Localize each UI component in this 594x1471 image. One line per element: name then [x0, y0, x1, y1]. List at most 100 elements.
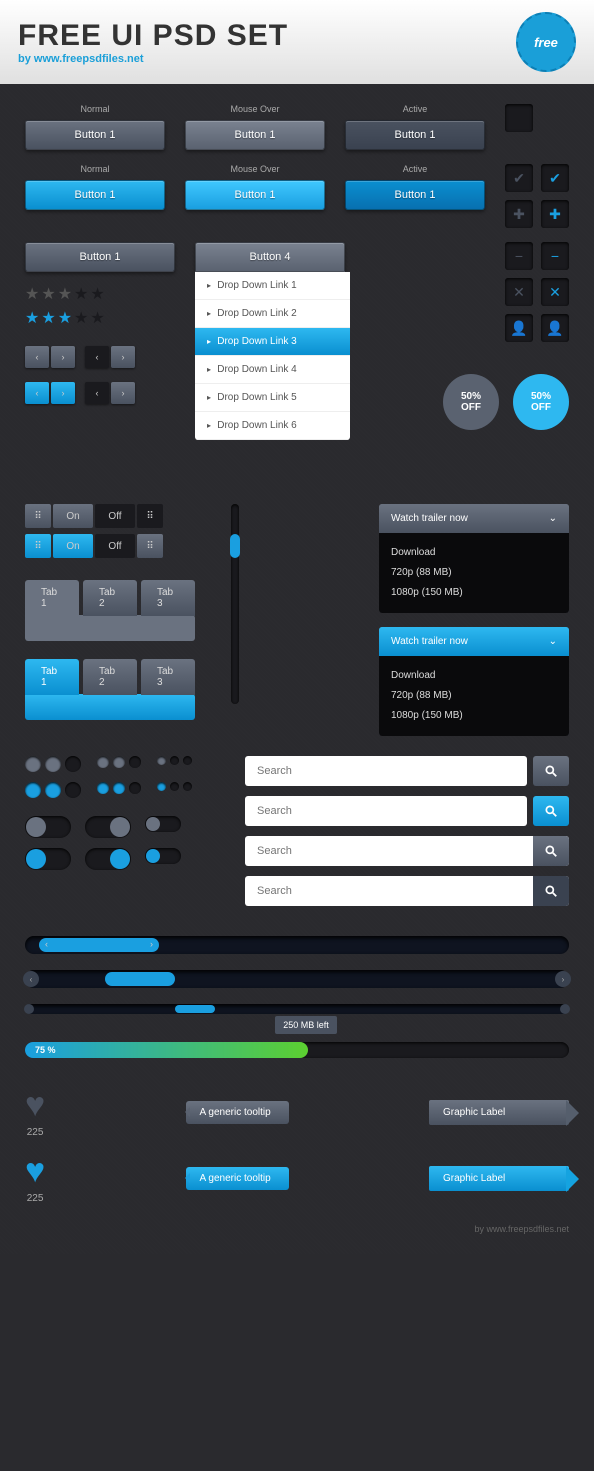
trailer-button[interactable]: Watch trailer now⌄	[379, 504, 569, 533]
header: FREE UI PSD SET by www.freepsdfiles.net …	[0, 0, 594, 84]
next-button[interactable]: ›	[111, 346, 135, 368]
download-720p[interactable]: 720p (88 MB)	[391, 563, 557, 583]
dropdown-button-1[interactable]: Button 1	[25, 242, 175, 272]
search-input[interactable]	[245, 756, 527, 786]
slider-thumb[interactable]	[230, 534, 240, 558]
tab-3[interactable]: Tab 3	[141, 659, 195, 695]
close-icon[interactable]: ✕	[541, 278, 569, 306]
close-icon[interactable]: ✕	[505, 278, 533, 306]
heart-icon[interactable]: ♥	[25, 1152, 45, 1191]
prev-button[interactable]: ‹	[25, 346, 49, 368]
tag-label-gray[interactable]: Graphic Label	[429, 1100, 569, 1125]
dropdown-button-4[interactable]: Button 4	[195, 242, 345, 272]
search-button[interactable]	[533, 876, 569, 906]
button-gray-active[interactable]: Button 1	[345, 120, 485, 150]
switch-blue-on[interactable]	[85, 848, 131, 870]
tab-1[interactable]: Tab 1	[25, 580, 79, 616]
user-icon[interactable]: 👤	[505, 314, 533, 342]
dropdown-item[interactable]: Drop Down Link 1	[195, 272, 350, 300]
sale-badge-gray: 50%OFF	[443, 374, 499, 430]
slider-prev-icon[interactable]: ‹	[23, 971, 39, 987]
pager-dots[interactable]	[25, 782, 81, 798]
check-icon[interactable]: ✔	[505, 164, 533, 192]
user-icon[interactable]: 👤	[541, 314, 569, 342]
search-input[interactable]	[245, 876, 569, 906]
search-button[interactable]	[533, 756, 569, 786]
dropdown-item[interactable]: Drop Down Link 5	[195, 384, 350, 412]
byline: by www.freepsdfiles.net	[18, 53, 288, 65]
prev-button[interactable]: ‹	[85, 382, 109, 404]
prev-button[interactable]: ‹	[85, 346, 109, 368]
button-gray-normal[interactable]: Button 1	[25, 120, 165, 150]
prev-button[interactable]: ‹	[25, 382, 49, 404]
switch-gray-off[interactable]	[25, 816, 71, 838]
search-button[interactable]	[533, 796, 569, 826]
switch-small[interactable]	[145, 848, 181, 864]
pager-dots[interactable]	[157, 756, 192, 765]
button-blue-hover[interactable]: Button 1	[185, 180, 325, 210]
switch-gray-on[interactable]	[85, 816, 131, 838]
page-title: FREE UI PSD SET	[18, 19, 288, 53]
button-blue-normal[interactable]: Button 1	[25, 180, 165, 210]
switch-small[interactable]	[145, 816, 181, 832]
button-blue-active[interactable]: Button 1	[345, 180, 485, 210]
plus-icon[interactable]: ✚	[505, 200, 533, 228]
range-slider-2[interactable]: ‹ ›	[25, 970, 569, 988]
pager-dots[interactable]	[97, 756, 141, 768]
free-badge: free	[516, 12, 576, 72]
heart-count: 225	[25, 1193, 45, 1204]
download-1080p[interactable]: 1080p (150 MB)	[391, 583, 557, 603]
tab-1[interactable]: Tab 1	[25, 659, 79, 695]
vertical-slider[interactable]	[231, 504, 239, 704]
search-icon	[544, 884, 558, 898]
range-slider-3[interactable]	[25, 1004, 569, 1014]
checkbox-empty[interactable]	[505, 104, 533, 132]
heart-count: 225	[25, 1127, 45, 1138]
pager-dots[interactable]	[25, 756, 81, 772]
button-gray-hover[interactable]: Button 1	[185, 120, 325, 150]
minus-icon[interactable]: −	[541, 242, 569, 270]
next-button[interactable]: ›	[111, 382, 135, 404]
tag-label-blue[interactable]: Graphic Label	[429, 1166, 569, 1191]
dropdown-item[interactable]: Drop Down Link 6	[195, 412, 350, 440]
grid-icon: ⠿	[137, 534, 163, 558]
dropdown-item[interactable]: Drop Down Link 3	[195, 328, 350, 356]
trailer-button[interactable]: Watch trailer now⌄	[379, 627, 569, 656]
pager-dots[interactable]	[157, 782, 192, 791]
next-button[interactable]: ›	[51, 346, 75, 368]
minus-icon[interactable]: −	[505, 242, 533, 270]
dropdown-item[interactable]: Drop Down Link 2	[195, 300, 350, 328]
range-slider-1[interactable]: ‹›	[25, 936, 569, 954]
search-icon	[544, 804, 558, 818]
search-button[interactable]	[533, 836, 569, 866]
heart-icon[interactable]: ♥	[25, 1086, 45, 1125]
star-rating-blue[interactable]: ★★★★★	[25, 308, 175, 328]
footer-credit: by www.freepsdfiles.net	[25, 1224, 569, 1234]
tab-3[interactable]: Tab 3	[141, 580, 195, 616]
progress-bar: 250 MB left 75 %	[25, 1042, 569, 1058]
slider-next-icon[interactable]: ›	[555, 971, 571, 987]
chevron-down-icon: ⌄	[549, 636, 557, 647]
plus-icon[interactable]: ✚	[541, 200, 569, 228]
download-720p[interactable]: 720p (88 MB)	[391, 686, 557, 706]
tab-2[interactable]: Tab 2	[83, 580, 137, 616]
switch-blue-off[interactable]	[25, 848, 71, 870]
download-1080p[interactable]: 1080p (150 MB)	[391, 706, 557, 726]
download-box-blue: Watch trailer now⌄ Download 720p (88 MB)…	[379, 627, 569, 736]
star-rating-dim[interactable]: ★★★★★	[25, 284, 175, 304]
pager-dots[interactable]	[97, 782, 141, 794]
next-button[interactable]: ›	[51, 382, 75, 404]
grid-icon: ⠿	[137, 504, 163, 528]
search-icon	[544, 764, 558, 778]
dropdown-item[interactable]: Drop Down Link 4	[195, 356, 350, 384]
toggle-gray[interactable]: ⠿ On Off ⠿	[25, 504, 195, 528]
sale-badge-blue: 50%OFF	[513, 374, 569, 430]
search-input[interactable]	[245, 836, 569, 866]
toggle-blue[interactable]: ⠿ On Off ⠿	[25, 534, 195, 558]
tab-2[interactable]: Tab 2	[83, 659, 137, 695]
search-input[interactable]	[245, 796, 527, 826]
dropdown-menu: Drop Down Link 1 Drop Down Link 2 Drop D…	[195, 272, 350, 440]
check-icon[interactable]: ✔	[541, 164, 569, 192]
state-label-active: Active	[345, 104, 485, 114]
state-label-hover: Mouse Over	[185, 104, 325, 114]
